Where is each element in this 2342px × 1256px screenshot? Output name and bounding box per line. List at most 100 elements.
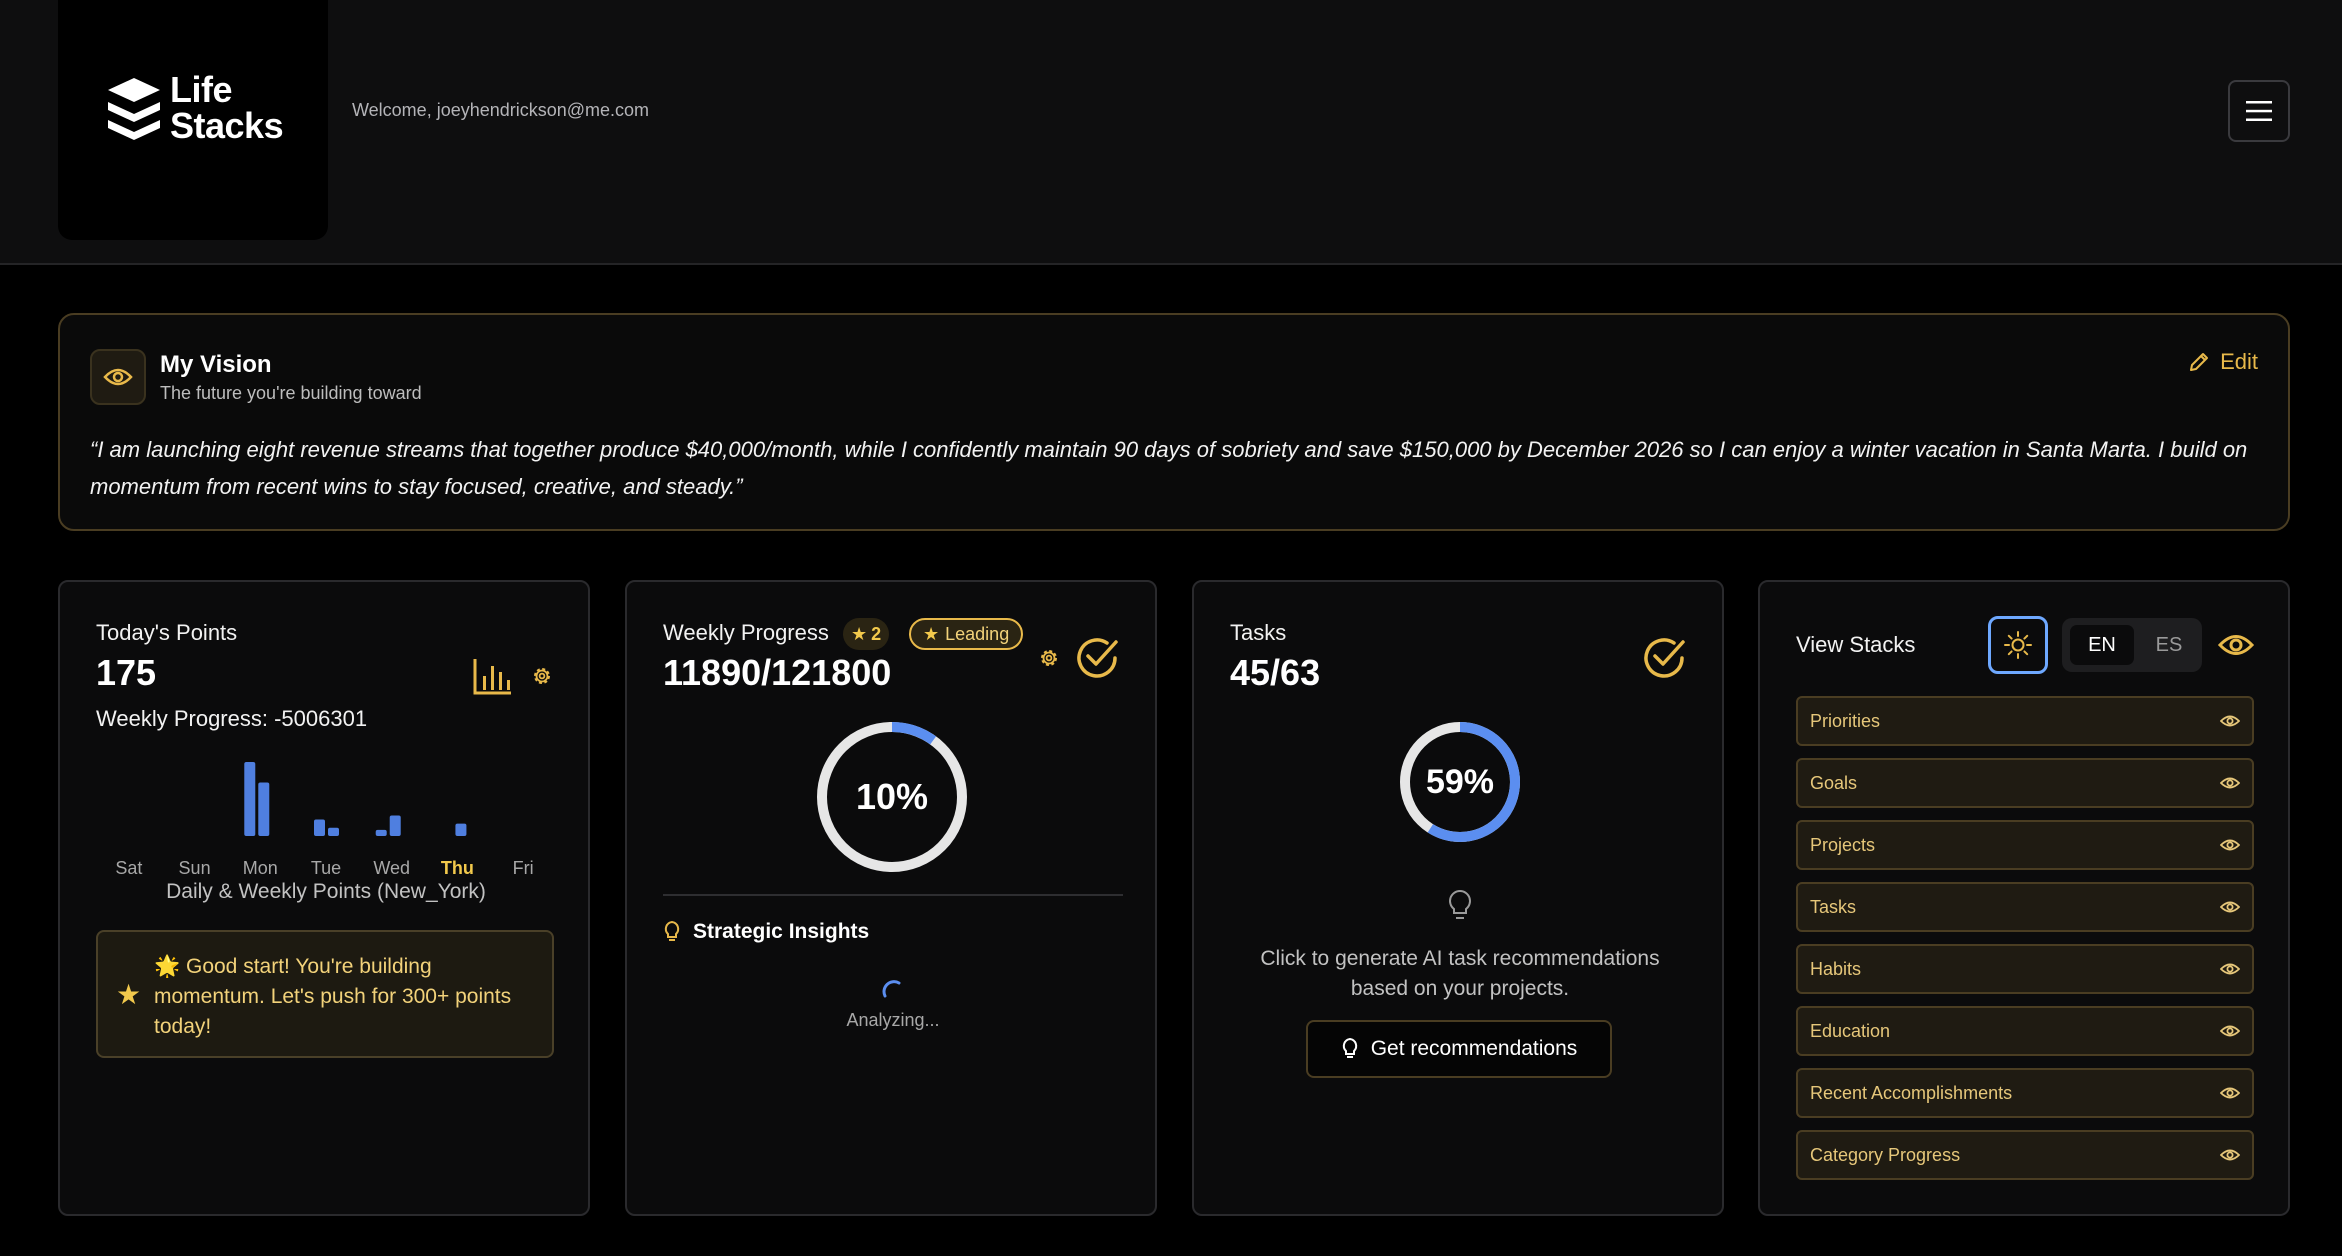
- points-day-label: Sun: [179, 858, 211, 878]
- stack-visibility-list: Priorities Goals Projects Tasks Habits Educat…: [1796, 696, 2254, 1192]
- stack-toggle-label: Goals: [1810, 772, 1858, 793]
- eye-icon[interactable]: [2220, 776, 2240, 790]
- points-day-label: Wed: [373, 858, 410, 878]
- star-count: 2: [871, 623, 882, 644]
- weekly-progress-percent: 10%: [855, 776, 929, 817]
- logo[interactable]: Life Stacks: [58, 0, 328, 240]
- check-circle-icon[interactable]: [1073, 634, 1121, 682]
- stack-toggle-label: Recent Accomplishments: [1810, 1082, 2013, 1103]
- check-circle-icon[interactable]: [1640, 634, 1688, 682]
- vision-subtitle: The future you're building toward: [160, 383, 422, 403]
- tasks-label: Tasks: [1230, 620, 1287, 645]
- analyzing-text: Analyzing...: [846, 1010, 940, 1030]
- vision-quote: “I am launching eight revenue streams th…: [90, 437, 2248, 499]
- motivation-tip-text: 🌟 Good start! You're building momentum. …: [154, 955, 512, 1038]
- language-en-button[interactable]: EN: [2070, 625, 2134, 665]
- tasks-percent: 59%: [1425, 762, 1495, 801]
- divider: [663, 894, 1123, 896]
- gear-icon[interactable]: [1037, 646, 1061, 670]
- points-day-label: Mon: [243, 858, 278, 878]
- points-bar: [455, 823, 467, 836]
- eye-icon[interactable]: [2220, 1086, 2240, 1100]
- vision-title: My Vision: [160, 351, 272, 378]
- sun-icon: [2004, 631, 2032, 659]
- stack-toggle-label: Tasks: [1810, 896, 1857, 917]
- strategic-insights-header[interactable]: Strategic Insights: [663, 920, 869, 944]
- tasks-card: Tasks 45/63 59% Click to generate AI tas…: [1192, 580, 1724, 1216]
- vision-edit-button[interactable]: Edit: [2188, 349, 2258, 375]
- points-day-label: Fri: [513, 858, 534, 878]
- points-bar: [328, 827, 339, 836]
- points-chart-caption: Daily & Weekly Points (New_York): [166, 880, 486, 903]
- eye-icon[interactable]: [2220, 1024, 2240, 1038]
- stack-toggle-item[interactable]: Priorities: [1796, 696, 2254, 746]
- language-toggle: EN ES: [2062, 618, 2202, 672]
- motivation-tip: ★ 🌟 Good start! You're building momentum…: [96, 930, 554, 1058]
- lightbulb-icon: [1342, 1037, 1357, 1058]
- weekly-progress-card: Weekly Progress ★ 2 ★ Leading 11890/1218…: [625, 580, 1157, 1216]
- star-count-badge: ★ 2: [843, 618, 890, 650]
- points-day-label: Sat: [115, 858, 142, 878]
- stack-toggle-item[interactable]: Education: [1796, 1006, 2254, 1056]
- points-bar-chart: Sat Sun Mon Tue Wed Thu Fri: [115, 762, 534, 878]
- points-label: Today's Points: [96, 620, 238, 645]
- language-es-button[interactable]: ES: [2142, 625, 2196, 665]
- app-header: Life Stacks Welcome, joeyhendrickson@me.…: [0, 0, 2342, 265]
- points-day-label: Tue: [311, 858, 341, 878]
- stack-toggle-label: Projects: [1810, 834, 1876, 855]
- star-icon: ★: [923, 623, 940, 644]
- recommendations-prompt: Click to generate AI task recommendation…: [1260, 947, 1660, 1000]
- points-value: 175: [96, 652, 157, 693]
- eye-icon[interactable]: [2220, 1148, 2240, 1162]
- view-stacks-title: View Stacks: [1796, 632, 1916, 657]
- stack-toggle-label: Category Progress: [1810, 1144, 1961, 1165]
- bar-chart-icon[interactable]: [472, 656, 514, 696]
- gear-icon[interactable]: [530, 664, 554, 688]
- points-bar: [314, 819, 325, 836]
- lightbulb-icon: [1449, 889, 1471, 919]
- welcome-text: Welcome, joeyhendrickson@me.com: [352, 100, 650, 120]
- eye-icon[interactable]: [2220, 838, 2240, 852]
- vision-edit-label: Edit: [2220, 349, 2258, 374]
- menu-button[interactable]: [2228, 80, 2290, 142]
- view-stacks-card: View Stacks EN ES Priorities Goals Project…: [1758, 580, 2290, 1216]
- eye-icon[interactable]: [2218, 630, 2254, 660]
- stack-logo-icon: [108, 78, 160, 140]
- eye-icon[interactable]: [2220, 714, 2240, 728]
- stack-toggle-item[interactable]: Projects: [1796, 820, 2254, 870]
- points-day-label: Thu: [441, 858, 474, 878]
- stack-toggle-label: Habits: [1810, 958, 1862, 979]
- get-recommendations-button[interactable]: Get recommendations: [1306, 1020, 1612, 1078]
- points-bar: [258, 782, 270, 836]
- todays-points-card: Today's Points 175 Weekly Progress: -500…: [58, 580, 590, 1216]
- weekly-progress-text: Weekly Progress: -5006301: [96, 706, 368, 731]
- lightbulb-icon: [664, 920, 680, 941]
- theme-toggle-button[interactable]: [1988, 616, 2048, 674]
- weekly-progress-value: 11890/121800: [663, 652, 892, 693]
- eye-icon[interactable]: [2220, 962, 2240, 976]
- get-recommendations-label: Get recommendations: [1370, 1037, 1578, 1060]
- star-icon: ★: [116, 979, 142, 1010]
- star-icon: ★: [851, 623, 868, 644]
- points-bar: [389, 815, 401, 836]
- leading-label: Leading: [945, 623, 1010, 644]
- leading-badge: ★ Leading: [909, 618, 1024, 650]
- stack-toggle-item[interactable]: Category Progress: [1796, 1130, 2254, 1180]
- stack-toggle-item[interactable]: Tasks: [1796, 882, 2254, 932]
- stack-toggle-item[interactable]: Goals: [1796, 758, 2254, 808]
- stack-toggle-item[interactable]: Recent Accomplishments: [1796, 1068, 2254, 1118]
- stack-toggle-item[interactable]: Habits: [1796, 944, 2254, 994]
- loading-spinner-icon: [882, 980, 901, 998]
- tasks-value: 45/63: [1230, 652, 1321, 693]
- eye-icon[interactable]: [2220, 900, 2240, 914]
- weekly-progress-label: Weekly Progress: [663, 620, 829, 645]
- logo-text: Life Stacks: [170, 69, 284, 146]
- strategic-insights-label: Strategic Insights: [693, 920, 870, 943]
- points-bar: [244, 762, 256, 836]
- stack-toggle-label: Priorities: [1810, 710, 1881, 731]
- points-bar: [375, 829, 387, 836]
- hamburger-icon: [2246, 101, 2272, 121]
- pencil-icon: [2190, 353, 2209, 371]
- vision-eye-icon: [90, 349, 146, 405]
- stack-toggle-label: Education: [1810, 1020, 1891, 1041]
